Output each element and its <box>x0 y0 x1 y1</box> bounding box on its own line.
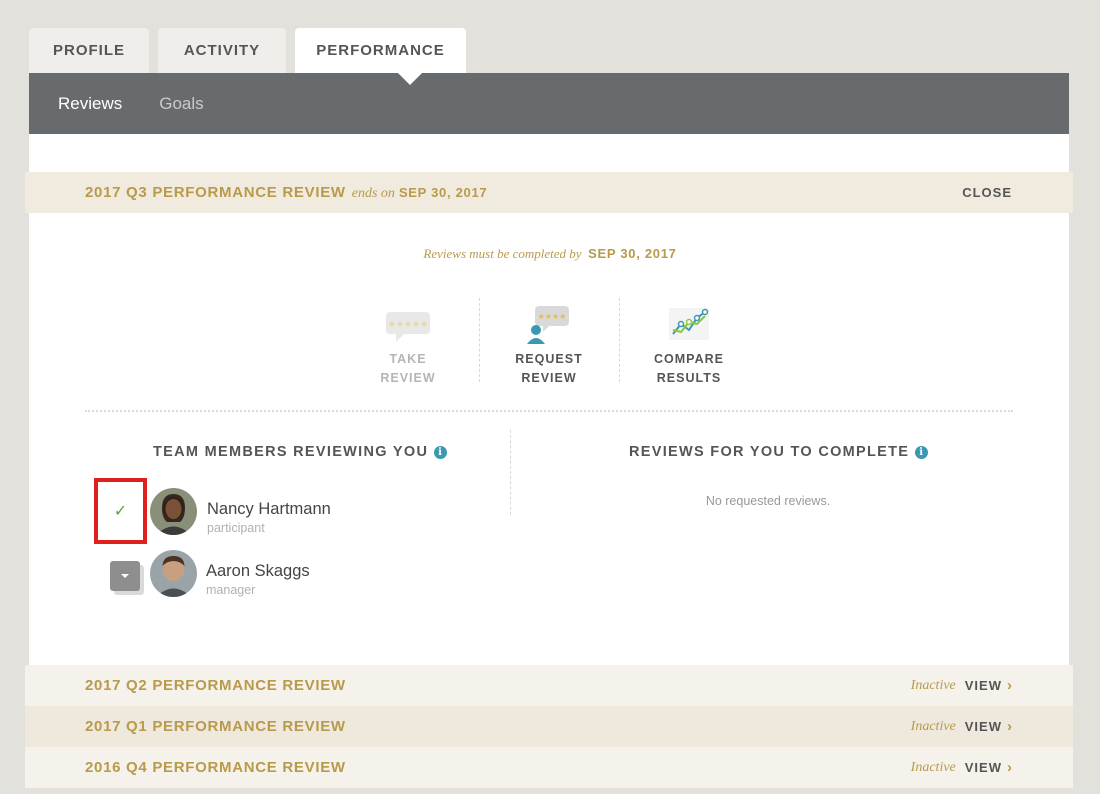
reviews-to-complete-title: REVIEWS FOR YOU TO COMPLETE <box>629 444 910 460</box>
info-icon[interactable]: i <box>915 445 929 459</box>
person-stars-icon: ★★★★ <box>479 298 619 344</box>
view-review-button[interactable]: VIEW › <box>965 718 1013 735</box>
subnav-item-reviews[interactable]: Reviews <box>58 94 122 114</box>
line-graph-icon <box>619 298 759 344</box>
take-review-label-2: REVIEW <box>380 371 436 385</box>
compare-results-button[interactable]: COMPARE RESULTS <box>619 298 759 388</box>
current-review-heading: 2017 Q3 PERFORMANCE REVIEW ends on SEP 30,… <box>85 184 487 202</box>
view-label: VIEW <box>964 719 1002 734</box>
request-review-label-1: REQUEST <box>515 352 583 366</box>
member-role: participant <box>207 521 265 535</box>
past-review-row: 2017 Q2 PERFORMANCE REVIEW Inactive VIEW… <box>25 665 1073 706</box>
take-review-button[interactable]: ★★★★★ TAKE REVIEW <box>338 298 478 388</box>
compare-results-label-2: RESULTS <box>656 371 722 385</box>
chevron-right-icon: › <box>1007 677 1013 694</box>
past-review-row: 2016 Q4 PERFORMANCE REVIEW Inactive VIEW… <box>25 747 1073 788</box>
info-icon[interactable]: i <box>434 445 448 459</box>
current-review-title: 2017 Q3 PERFORMANCE REVIEW <box>85 183 346 201</box>
member-role: manager <box>206 583 256 597</box>
main-tabs: PROFILE ACTIVITY PERFORMANCE <box>29 28 475 73</box>
tab-profile[interactable]: PROFILE <box>29 28 149 73</box>
team-members-heading: TEAM MEMBERS REVIEWING YOU i <box>153 444 448 460</box>
performance-subnav: Reviews Goals <box>29 73 1069 134</box>
current-review-header: 2017 Q3 PERFORMANCE REVIEW ends on SEP 30,… <box>25 172 1073 213</box>
close-review-button[interactable]: CLOSE <box>962 185 1012 200</box>
tab-performance[interactable]: PERFORMANCE <box>295 28 466 73</box>
avatar <box>150 550 197 597</box>
subnav-item-goals[interactable]: Goals <box>159 94 203 114</box>
past-review-title: 2017 Q2 PERFORMANCE REVIEW <box>85 677 346 694</box>
past-review-controls: Inactive VIEW › <box>911 718 1013 735</box>
section-divider <box>85 410 1013 412</box>
past-review-title: 2016 Q4 PERFORMANCE REVIEW <box>85 759 346 776</box>
chevron-right-icon: › <box>1007 718 1013 735</box>
view-label: VIEW <box>964 678 1002 693</box>
compare-results-label-1: COMPARE <box>654 352 724 366</box>
empty-state-text: No requested reviews. <box>705 494 831 508</box>
team-members-title: TEAM MEMBERS REVIEWING YOU <box>153 444 429 460</box>
request-review-label-2: REVIEW <box>521 371 577 385</box>
past-review-status: Inactive <box>910 677 956 693</box>
chevron-right-icon: › <box>1007 759 1013 776</box>
active-tab-caret <box>398 73 422 85</box>
svg-text:★★★★★: ★★★★★ <box>388 320 428 330</box>
member-name: Aaron Skaggs <box>206 562 310 580</box>
deadline-date: SEP 30, 2017 <box>588 246 677 261</box>
tab-activity[interactable]: ACTIVITY <box>158 28 286 73</box>
past-review-controls: Inactive VIEW › <box>911 677 1013 694</box>
review-deadline: Reviews must be completed by SEP 30, 201… <box>0 246 1100 262</box>
take-review-label-1: TAKE <box>389 352 427 366</box>
past-review-title: 2017 Q1 PERFORMANCE REVIEW <box>85 718 346 735</box>
caret-down-icon <box>121 574 129 578</box>
past-review-row: 2017 Q1 PERFORMANCE REVIEW Inactive VIEW… <box>25 706 1073 747</box>
member-options-dropdown[interactable] <box>110 561 140 591</box>
review-completed-status: ✓ <box>94 478 147 544</box>
ends-on-date: SEP 30, 2017 <box>398 184 488 200</box>
speech-bubble-stars-icon: ★★★★★ <box>338 298 478 344</box>
deadline-lead-text: Reviews must be completed by <box>423 246 582 261</box>
past-review-controls: Inactive VIEW › <box>911 759 1013 776</box>
avatar <box>150 488 197 535</box>
view-review-button[interactable]: VIEW › <box>965 677 1013 694</box>
past-review-status: Inactive <box>910 718 956 734</box>
check-icon: ✓ <box>113 503 128 520</box>
svg-text:★★★★: ★★★★ <box>538 312 567 321</box>
view-review-button[interactable]: VIEW › <box>965 759 1013 776</box>
request-review-button[interactable]: ★★★★ REQUEST REVIEW <box>479 298 619 388</box>
view-label: VIEW <box>964 760 1002 775</box>
ends-on-label: ends on <box>351 185 395 201</box>
member-name: Nancy Hartmann <box>207 500 331 518</box>
reviews-to-complete-heading: REVIEWS FOR YOU TO COMPLETE i <box>629 444 929 460</box>
past-review-status: Inactive <box>910 759 956 775</box>
